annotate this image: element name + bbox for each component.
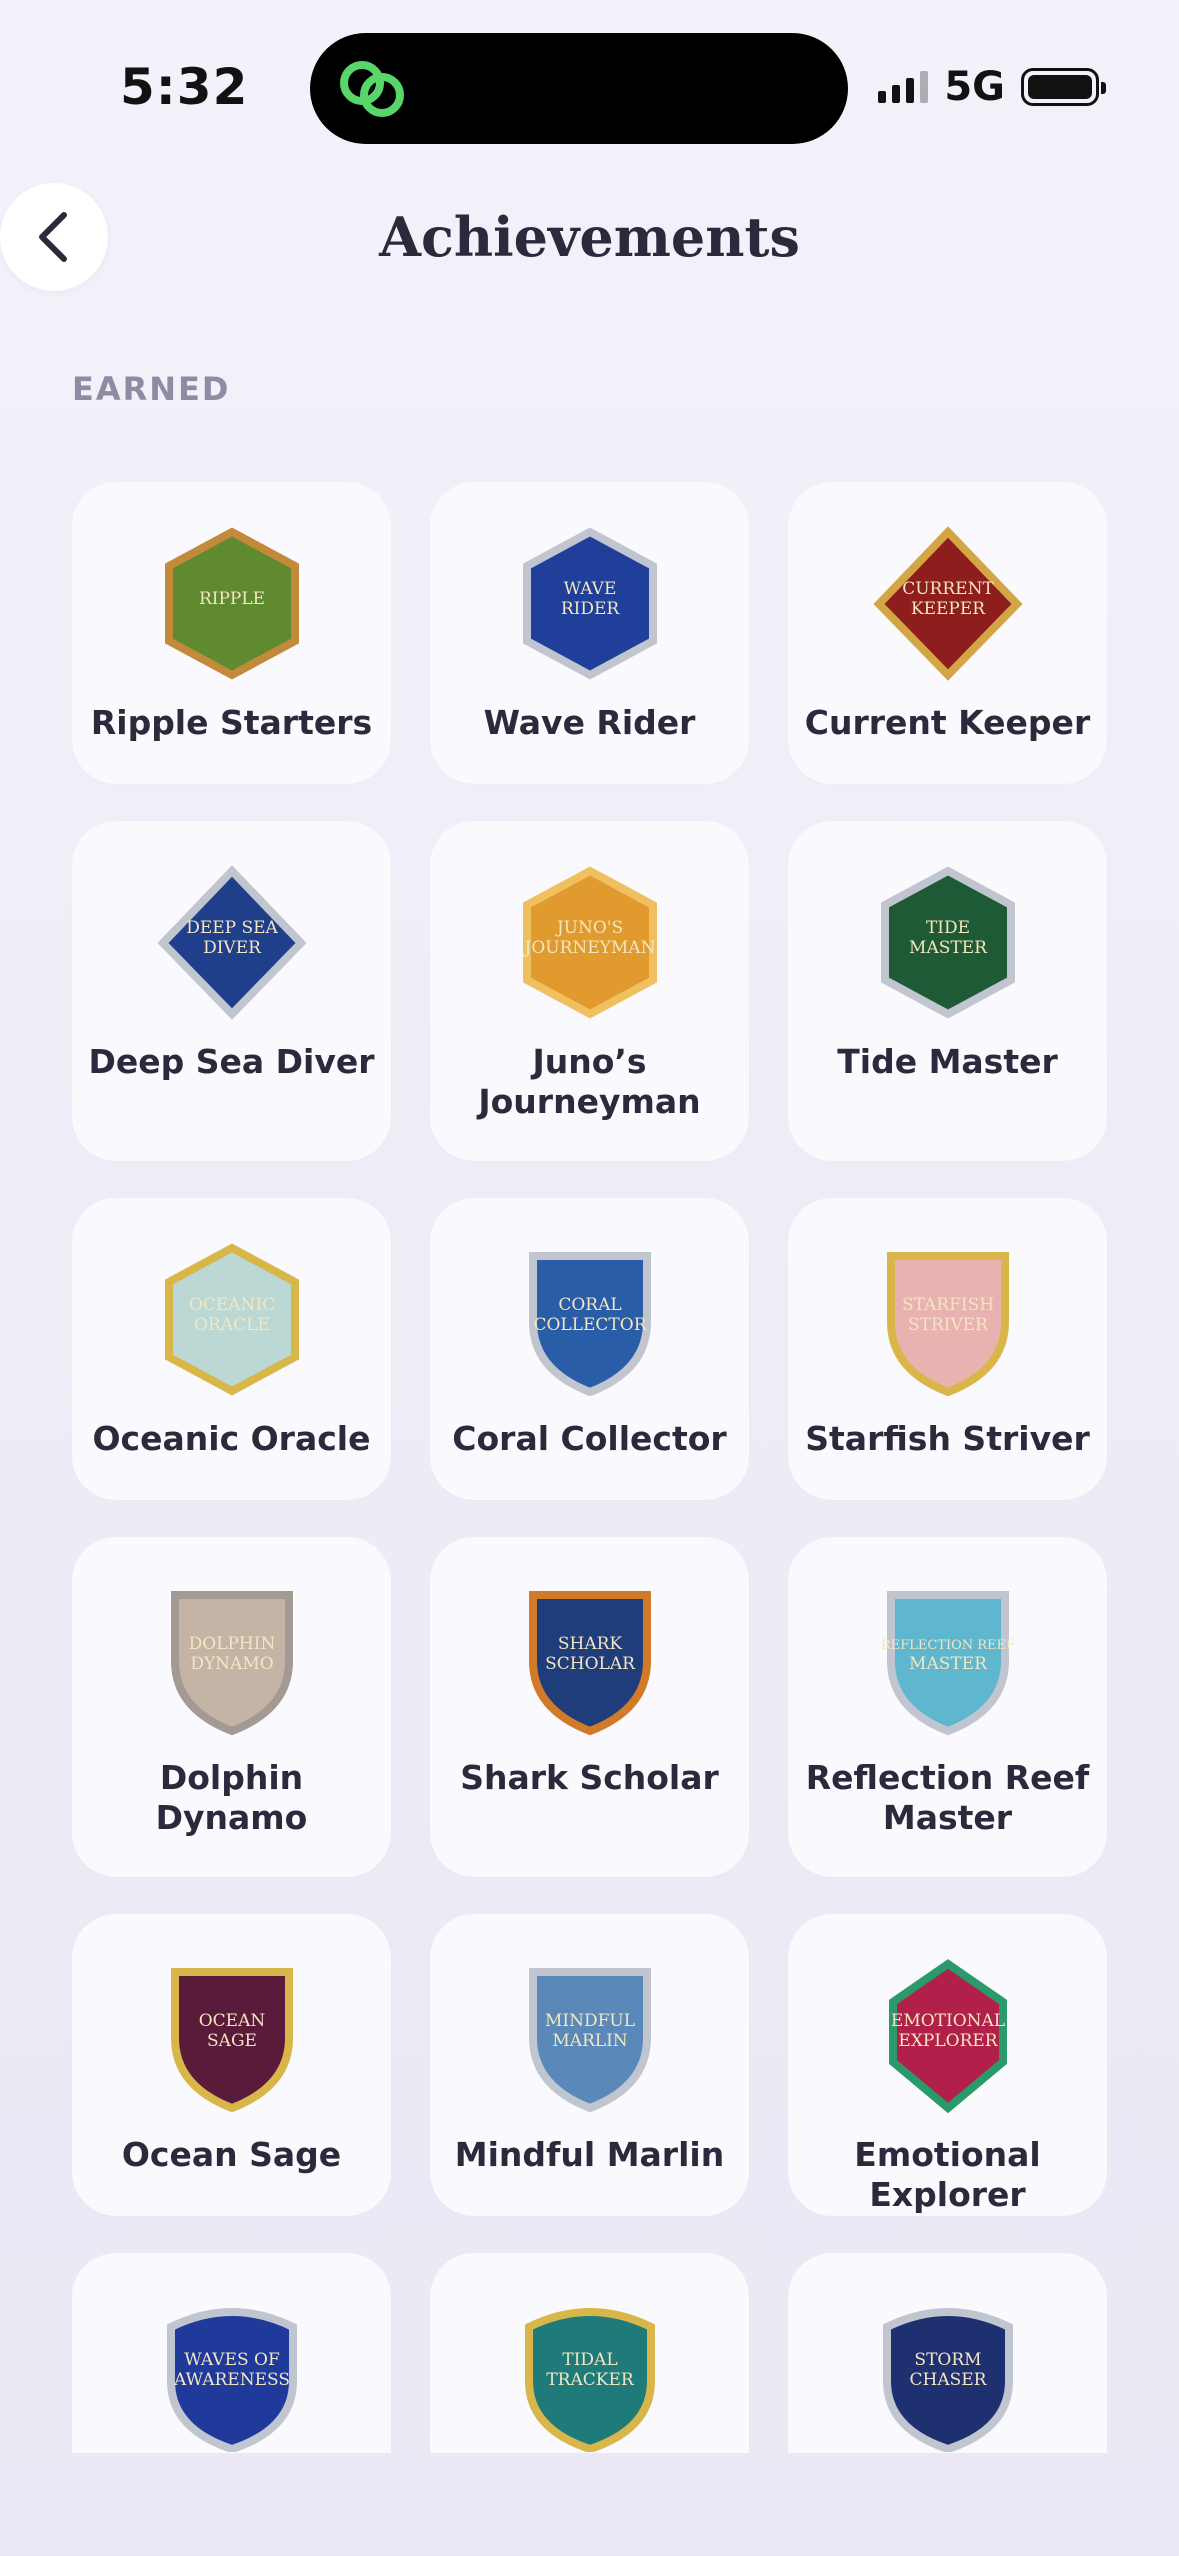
badge-emblem-text: JOURNEYMAN [522,938,655,958]
badge-emblem-icon: OCEANSAGE [170,1968,293,2113]
badge-emblem-text: TIDAL [562,2350,617,2370]
badge-name: Emotional Explorer [854,2135,1041,2214]
badge-emblem-text: CURRENT [902,579,994,599]
dynamic-island [310,33,848,144]
badge-emblem-text: OCEANIC [188,1295,274,1315]
badge-card[interactable]: OCEAN SAGE Ocean Sage [72,1914,391,2216]
network-label: 5G [944,64,1005,110]
status-time: 5:32 [120,58,249,116]
badge-emblem-icon: REFLECTION REEFMASTER [880,1591,1015,1736]
badge-emblem-text: MINDFUL [544,2011,634,2031]
badge-emblem-text: STARFISH [901,1295,993,1315]
badge-name: Deep Sea Diver [88,1042,375,1081]
badge-emblem-text: RIDER [560,599,620,619]
badge-emblem-text: OCEAN [198,2011,265,2031]
badge-emblem-icon: STORMCHASER [882,2308,1013,2452]
badge-card[interactable]: CORAL COLLECTOR Coral Collector [430,1198,749,1500]
badge-emblem-text: SAGE [207,2031,257,2051]
badge-emblem-icon: WAVES OFAWARENESS [166,2308,297,2452]
badge-emblem-text: CORAL [558,1295,621,1315]
badge-emblem-text: SHARK [557,1634,622,1654]
badge-card[interactable]: WAVE RIDER Wave Rider [430,482,749,784]
badge-card[interactable]: RIPPLE Ripple Starters [72,482,391,784]
badge-emblem-text: COLLECTOR [533,1315,647,1335]
badge-card[interactable]: EMOTIONAL EXPLORER Emotional Explorer [788,1914,1107,2216]
badge-name: Oceanic Oracle [92,1419,371,1458]
badge-card[interactable]: JUNO'S JOURNEYMAN Juno’s Journeyman [430,821,749,1161]
badge-emblem-text: DYNAMO [190,1654,273,1674]
badge-emblem-text: EMOTIONAL [890,2011,1004,2031]
badge-name: Current Keeper [804,703,1091,742]
badge-name: Ocean Sage [121,2135,342,2174]
badge-name: Tide Master [837,1042,1058,1081]
badge-card[interactable]: STORM CHASER [788,2253,1107,2453]
signal-icon [878,71,929,103]
badge-card[interactable]: DOLPHIN DYNAMO Dolphin Dynamo [72,1537,391,1877]
badge-emblem-text: TRACKER [546,2370,635,2390]
badge-emblem-icon: SHARKSCHOLAR [528,1591,651,1736]
badge-emblem-text: DEEP SEA [186,918,278,938]
badge-emblem-icon: RIPPLE [164,527,299,680]
status-bar: 5:32 5G [0,0,1179,170]
achievements-scroll-area[interactable]: RIPPLE Ripple Starters WAVE RIDER Wave Rider… [0,470,1179,2453]
page-title: Achievements [379,205,800,269]
section-label-earned: EARNED [72,370,231,408]
badge-card[interactable]: TIDAL TRACKER [430,2253,749,2453]
badge-emblem-icon: CURRENTKEEPER [872,526,1023,681]
badge-card[interactable]: WAVES OF AWARENESS [72,2253,391,2453]
badge-emblem-icon: CORALCOLLECTOR [528,1252,651,1397]
badge-name: Reflection Reef Master [805,1758,1090,1837]
badge-emblem-icon: DEEP SEADIVER [156,865,307,1020]
badge-card[interactable]: OCEANIC ORACLE Oceanic Oracle [72,1198,391,1500]
badge-emblem-icon: TIDEMASTER [880,866,1015,1019]
badge-card[interactable]: TIDE MASTER Tide Master [788,821,1107,1161]
badge-card[interactable]: REFLECTION REEF MASTER Reflection Reef Mas… [788,1537,1107,1877]
badge-emblem-text: DIVER [203,938,262,958]
badge-name: Mindful Marlin [454,2135,725,2174]
badge-emblem-text: MARLIN [552,2031,627,2051]
badge-card[interactable]: DEEP SEA DIVER Deep Sea Diver [72,821,391,1161]
badge-card[interactable]: STARFISH STRIVER Starfish Striver [788,1198,1107,1500]
badge-emblem-icon: MINDFULMARLIN [528,1968,651,2113]
badge-card[interactable]: SHARK SCHOLAR Shark Scholar [430,1537,749,1877]
badge-name: Dolphin Dynamo [155,1758,308,1837]
badge-emblem-text: AWARENESS [173,2370,290,2390]
badge-emblem-text: STORM [914,2350,981,2370]
badge-emblem-icon: TIDALTRACKER [524,2308,655,2452]
badge-emblem-text: JUNO'S [554,918,622,938]
badge-name: Ripple Starters [90,703,373,742]
badge-emblem-text: WAVES OF [184,2350,280,2370]
badge-emblem-text: ORACLE [194,1315,270,1335]
badge-emblem-icon: STARFISHSTRIVER [886,1252,1009,1397]
badge-card[interactable]: MINDFUL MARLIN Mindful Marlin [430,1914,749,2216]
badge-emblem-text: KEEPER [910,599,985,619]
badge-emblem-text: RIPPLE [198,589,264,609]
badge-name: Coral Collector [452,1419,727,1458]
badge-emblem-text: MASTER [909,1654,988,1674]
badge-emblem-icon: WAVERIDER [522,527,657,680]
badge-name: Juno’s Journeyman [478,1042,701,1121]
badge-emblem-text: REFLECTION REEF [880,1638,1014,1653]
badge-emblem-text: MASTER [909,938,988,958]
badge-grid: RIPPLE Ripple Starters WAVE RIDER Wave Rider… [72,482,1107,2453]
badge-emblem-icon: EMOTIONALEXPLORER [888,1959,1007,2113]
badge-emblem-icon: OCEANICORACLE [164,1243,299,1396]
badge-emblem-text: SCHOLAR [545,1654,636,1674]
badge-emblem-text: STRIVER [908,1315,989,1335]
link-app-icon [340,61,404,117]
badge-name: Shark Scholar [460,1758,719,1797]
badge-emblem-text: CHASER [909,2370,987,2390]
badge-emblem-text: DOLPHIN [188,1634,275,1654]
badge-name: Starfish Striver [805,1419,1090,1458]
badge-card[interactable]: CURRENT KEEPER Current Keeper [788,482,1107,784]
badge-emblem-icon: JUNO'SJOURNEYMAN [522,866,657,1019]
badge-emblem-text: TIDE [925,918,969,938]
badge-emblem-text: EXPLORER [898,2031,998,2051]
badge-emblem-text: WAVE [563,579,616,599]
badge-name: Wave Rider [483,703,696,742]
badge-emblem-icon: DOLPHINDYNAMO [170,1591,293,1736]
battery-icon [1021,68,1106,106]
